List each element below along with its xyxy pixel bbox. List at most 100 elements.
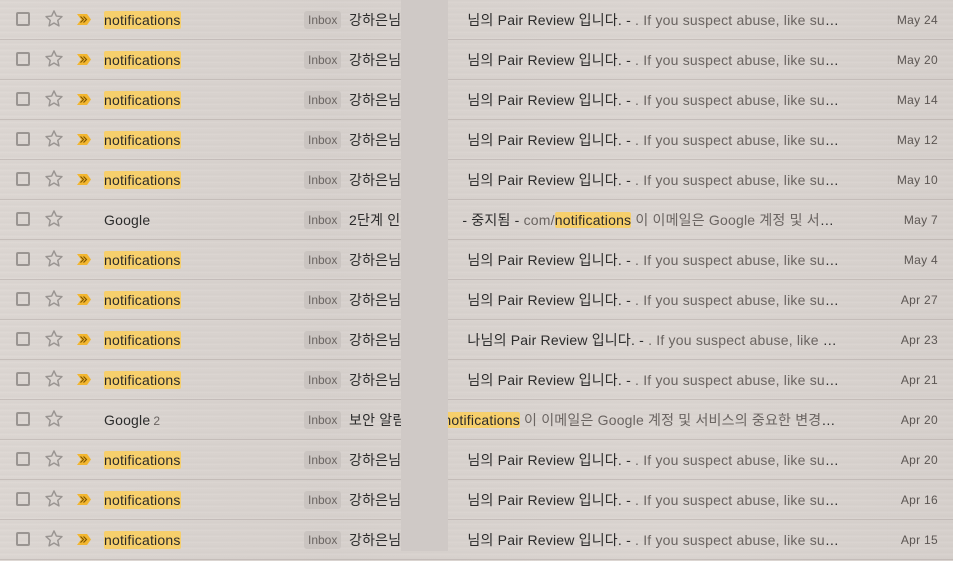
email-date: May 10 <box>896 173 938 187</box>
email-row[interactable]: Google Inbox 2단계 인 - 중지됨 - com/notification… <box>0 200 953 240</box>
checkbox-icon[interactable] <box>16 172 30 186</box>
checkbox-icon[interactable] <box>16 372 30 386</box>
email-row[interactable]: notifications Inbox 강하은님, 나님의 Pair Review 입… <box>0 320 953 360</box>
star-icon[interactable] <box>43 408 65 430</box>
importance-marker-icon[interactable] <box>77 94 91 105</box>
checkbox-icon[interactable] <box>16 292 30 306</box>
email-row[interactable]: notifications Inbox 강하은님, 님의 Pair Review 입니… <box>0 240 953 280</box>
checkbox-icon[interactable] <box>16 52 30 66</box>
email-subject: 강하은님, <box>349 452 406 468</box>
email-snippet: . If you suspect abuse, like suspicious <box>635 372 843 388</box>
email-row[interactable]: Google 2 Inbox 보안 알림 notifications 이 이메일은 Go… <box>0 400 953 440</box>
importance-marker-icon[interactable] <box>77 14 91 25</box>
email-subject: 보안 알림 <box>349 412 406 428</box>
email-row[interactable]: notifications Inbox 강하은님, 님의 Pair Review 입니… <box>0 360 953 400</box>
sender: notifications <box>104 450 181 470</box>
email-subject-tail: 님의 Pair Review 입니다. - <box>467 292 631 308</box>
email-row[interactable]: notifications Inbox 강하은님, 님의 Pair Review 입니… <box>0 280 953 320</box>
sender-name: notifications <box>104 371 181 389</box>
importance-marker-icon[interactable] <box>77 494 91 505</box>
inbox-label[interactable]: Inbox <box>304 131 342 149</box>
email-subject-tail: 나님의 Pair Review 입니다. - <box>467 332 645 348</box>
importance-marker-icon[interactable] <box>77 534 91 545</box>
star-icon[interactable] <box>43 248 65 270</box>
checkbox-icon[interactable] <box>16 92 30 106</box>
email-subject-tail: 님의 Pair Review 입니다. - <box>467 372 631 388</box>
sender: notifications <box>104 490 181 510</box>
email-subject-tail: 님의 Pair Review 입니다. - <box>467 492 631 508</box>
star-icon[interactable] <box>43 88 65 110</box>
star-icon[interactable] <box>43 528 65 550</box>
email-date: Apr 23 <box>900 333 938 347</box>
importance-marker-icon[interactable] <box>77 294 91 305</box>
importance-marker-icon[interactable] <box>77 54 91 65</box>
checkbox-icon[interactable] <box>16 492 30 506</box>
importance-marker-icon[interactable] <box>77 134 91 145</box>
email-subject: 2단계 인 <box>349 212 401 228</box>
star-icon[interactable] <box>43 168 65 190</box>
email-row[interactable]: notifications Inbox 강하은님, 님의 Pair Review 입니… <box>0 480 953 520</box>
inbox-label[interactable]: Inbox <box>304 171 342 189</box>
checkbox-icon[interactable] <box>16 132 30 146</box>
star-icon[interactable] <box>43 328 65 350</box>
star-icon[interactable] <box>43 208 65 230</box>
inbox-label[interactable]: Inbox <box>304 371 342 389</box>
checkbox-icon[interactable] <box>16 252 30 266</box>
email-date: Apr 20 <box>900 453 938 467</box>
sender-name: notifications <box>104 51 181 69</box>
inbox-label[interactable]: Inbox <box>304 411 342 429</box>
inbox-label[interactable]: Inbox <box>304 531 342 549</box>
email-subject-tail: 님의 Pair Review 입니다. - <box>467 92 631 108</box>
email-date: May 14 <box>896 93 938 107</box>
inbox-label[interactable]: Inbox <box>304 291 342 309</box>
checkbox-icon[interactable] <box>16 332 30 346</box>
email-subject: 강하은님, <box>349 52 406 68</box>
email-snippet: . If you suspect abuse, like suspicious <box>635 532 843 548</box>
email-subject: 강하은님, <box>349 492 406 508</box>
inbox-label[interactable]: Inbox <box>304 251 342 269</box>
checkbox-icon[interactable] <box>16 532 30 546</box>
inbox-label[interactable]: Inbox <box>304 331 342 349</box>
email-subject: 강하은님, <box>349 132 406 148</box>
importance-marker-icon[interactable] <box>77 374 91 385</box>
star-icon[interactable] <box>43 48 65 70</box>
email-row[interactable]: notifications Inbox 강하은님, 님의 Pair Review 입니… <box>0 0 953 40</box>
inbox-label[interactable]: Inbox <box>304 91 342 109</box>
inbox-label[interactable]: Inbox <box>304 491 342 509</box>
email-row[interactable]: notifications Inbox 강하은님, 님의 Pair Review 입니… <box>0 520 953 560</box>
checkbox-icon[interactable] <box>16 412 30 426</box>
email-row[interactable]: notifications Inbox 강하은님, 님의 Pair Review 입니… <box>0 120 953 160</box>
email-subject: 강하은님, <box>349 12 406 28</box>
star-icon[interactable] <box>43 8 65 30</box>
email-row[interactable]: notifications Inbox 강하은님, 님의 Pair Review 입니… <box>0 440 953 480</box>
sender-name: notifications <box>104 291 181 309</box>
email-row[interactable]: notifications Inbox 강하은님, 님의 Pair Review 입니… <box>0 160 953 200</box>
importance-marker-icon[interactable] <box>77 254 91 265</box>
importance-marker-icon[interactable] <box>77 454 91 465</box>
email-snippet: 이 이메일은 Google 계정 및 서비스의 <box>631 212 843 228</box>
checkbox-icon[interactable] <box>16 212 30 226</box>
star-icon[interactable] <box>43 488 65 510</box>
star-icon[interactable] <box>43 288 65 310</box>
importance-marker-icon[interactable] <box>77 334 91 345</box>
email-subject-tail: - 중지됨 - <box>462 212 520 228</box>
inbox-label[interactable]: Inbox <box>304 451 342 469</box>
email-date: May 7 <box>903 213 938 227</box>
star-icon[interactable] <box>43 368 65 390</box>
inbox-label[interactable]: Inbox <box>304 11 342 29</box>
star-icon[interactable] <box>43 448 65 470</box>
star-icon[interactable] <box>43 128 65 150</box>
importance-marker-icon[interactable] <box>77 174 91 185</box>
checkbox-icon[interactable] <box>16 452 30 466</box>
email-list: notifications Inbox 강하은님, 님의 Pair Review 입니… <box>0 0 953 561</box>
email-row[interactable]: notifications Inbox 강하은님, 님의 Pair Review 입니… <box>0 80 953 120</box>
email-date: May 24 <box>896 13 938 27</box>
checkbox-icon[interactable] <box>16 12 30 26</box>
sender-name: notifications <box>104 131 181 149</box>
inbox-label[interactable]: Inbox <box>304 51 342 69</box>
email-subject: 강하은님, <box>349 252 406 268</box>
email-row[interactable]: notifications Inbox 강하은님, 님의 Pair Review 입니… <box>0 40 953 80</box>
sender: notifications <box>104 50 181 70</box>
email-subject-tail: 님의 Pair Review 입니다. - <box>467 532 631 548</box>
inbox-label[interactable]: Inbox <box>304 211 342 229</box>
